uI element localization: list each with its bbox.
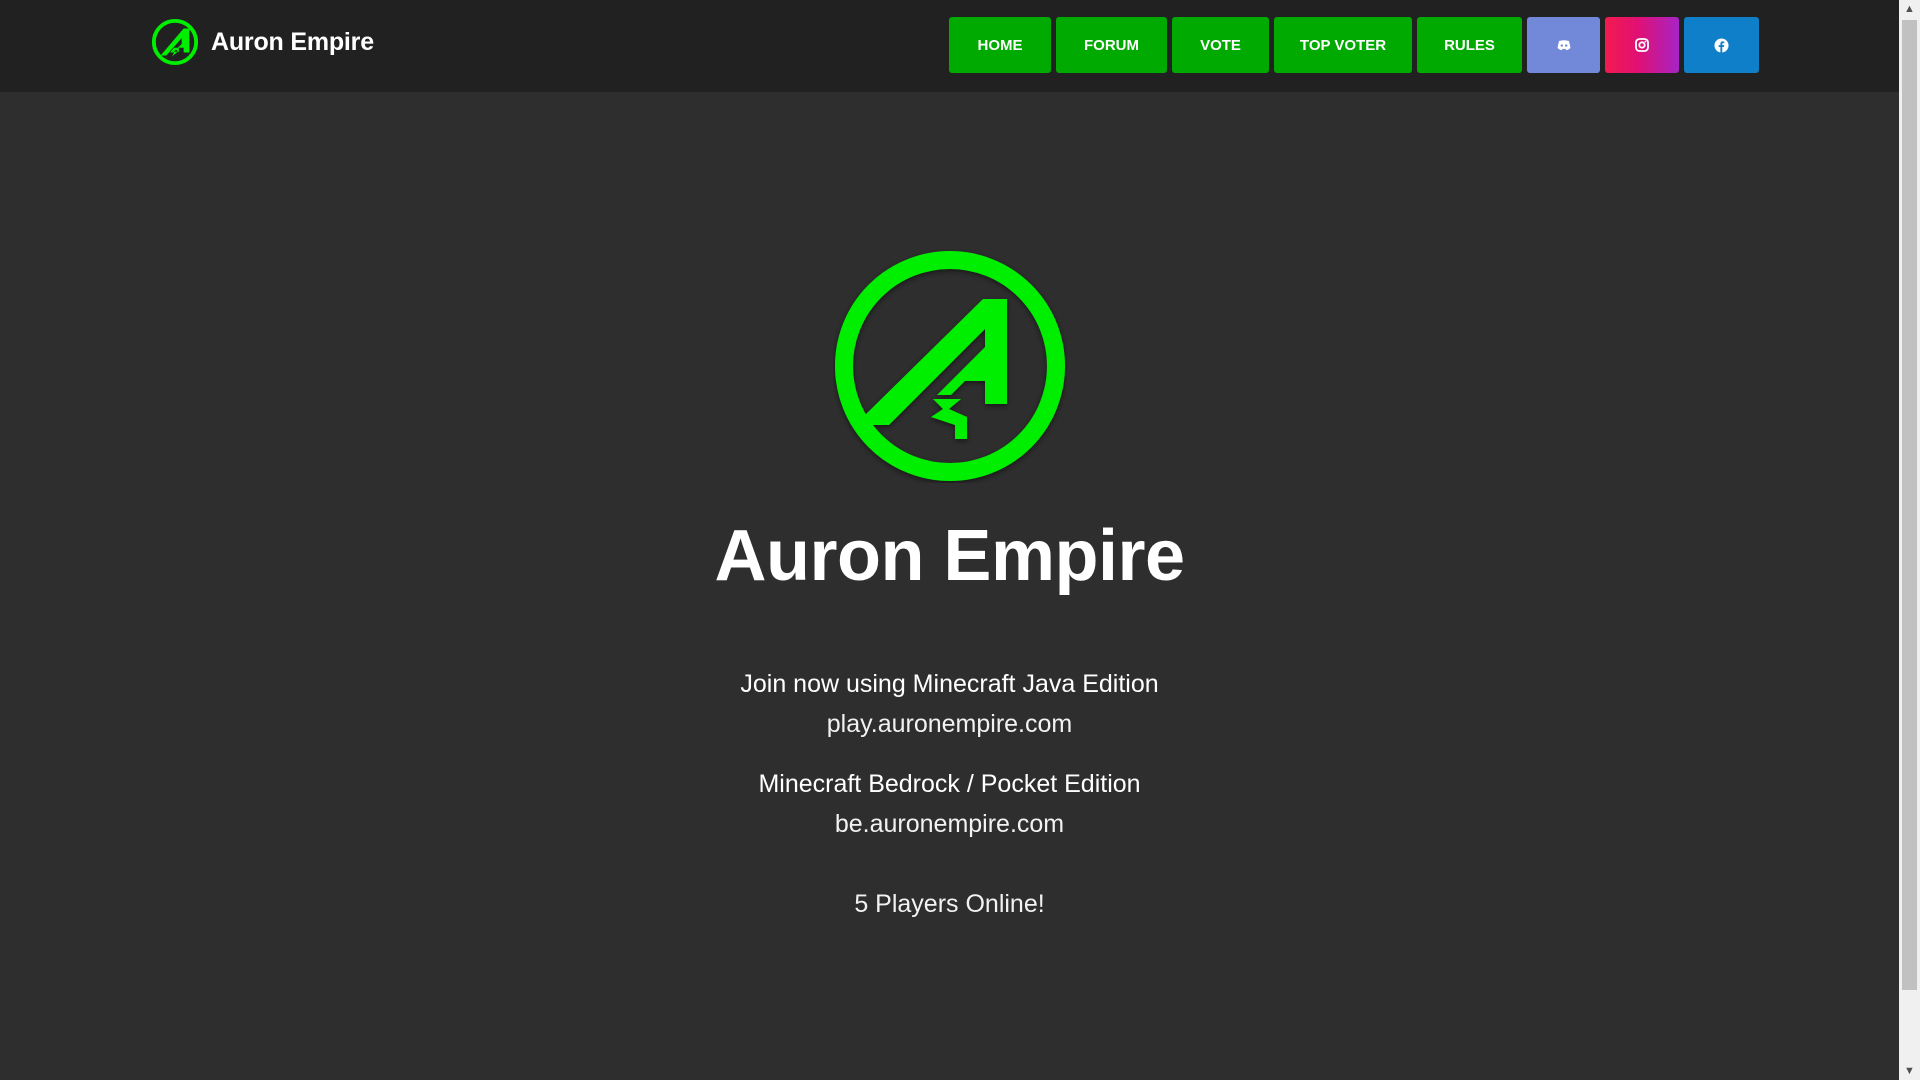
instagram-icon (1635, 38, 1649, 52)
facebook-icon (1714, 37, 1729, 53)
java-server-address: play.auronempire.com (826, 710, 1073, 738)
brand-link[interactable]: Auron Empire (151, 18, 374, 66)
hero-title: Auron Empire (714, 516, 1185, 596)
players-online-count: 5 Players Online! (854, 890, 1045, 918)
auron-logo-icon (151, 18, 199, 66)
nav-home-button[interactable]: HOME (949, 17, 1051, 73)
brand-name: Auron Empire (211, 27, 374, 56)
page: Auron Empire HOME FORUM VOTE TOP VOTER R… (0, 0, 1899, 1080)
facebook-button[interactable] (1684, 17, 1759, 73)
nav-vote-button[interactable]: VOTE (1172, 17, 1269, 73)
nav-rules-button[interactable]: RULES (1417, 17, 1522, 73)
nav-forum-button[interactable]: FORUM (1056, 17, 1167, 73)
bedrock-edition-label: Minecraft Bedrock / Pocket Edition (758, 770, 1141, 798)
auron-emblem-icon (835, 251, 1065, 481)
scroll-down-arrow-icon[interactable]: ▼ (1899, 1062, 1920, 1080)
discord-button[interactable] (1527, 17, 1600, 73)
main-nav: HOME FORUM VOTE TOP VOTER RULES (949, 17, 1759, 73)
scroll-up-arrow-icon[interactable]: ▲ (1899, 0, 1920, 18)
bedrock-server-address: be.auronempire.com (834, 810, 1065, 838)
nav-top-voter-button[interactable]: TOP VOTER (1274, 17, 1412, 73)
java-edition-label: Join now using Minecraft Java Edition (740, 670, 1159, 698)
navbar: Auron Empire HOME FORUM VOTE TOP VOTER R… (0, 0, 1899, 92)
discord-icon (1557, 39, 1570, 50)
vertical-scrollbar[interactable]: ▲ ▼ (1899, 0, 1920, 1080)
instagram-button[interactable] (1605, 17, 1679, 73)
scrollbar-thumb[interactable] (1902, 20, 1917, 990)
